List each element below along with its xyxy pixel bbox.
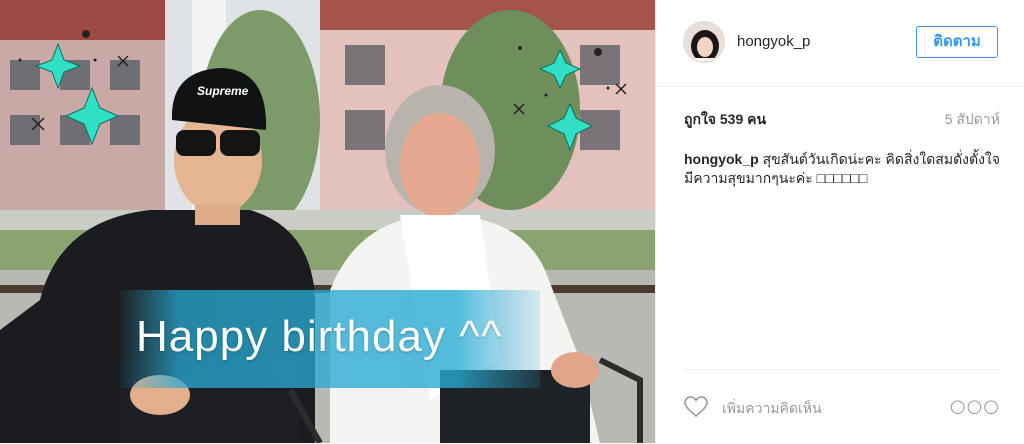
heart-icon[interactable] — [684, 396, 708, 418]
post-footer: เพิ่มความคิดเห็น ○○○ — [684, 369, 1000, 444]
follow-button[interactable]: ติดตาม — [916, 26, 998, 58]
avatar[interactable] — [683, 21, 725, 63]
post-timestamp[interactable]: 5 สัปดาห์ — [945, 109, 1000, 131]
likes-count[interactable]: ถูกใจ 539 คน — [684, 109, 766, 131]
add-comment-input[interactable]: เพิ่มความคิดเห็น — [722, 398, 822, 420]
post-header: hongyok_p ติดตาม — [656, 0, 1024, 87]
cap-logo-text: Supreme — [197, 84, 249, 98]
caption-username-link[interactable]: hongyok_p — [684, 151, 759, 167]
username-link[interactable]: hongyok_p — [737, 33, 810, 50]
birthday-overlay-text: Happy birthday ^^ — [136, 312, 503, 361]
post-photo[interactable]: Supreme Happy birthday ^^ — [0, 0, 655, 443]
post-caption: hongyok_p สุขสันต์วันเกิดน่ะคะ คิดสิ่งใด… — [684, 150, 1000, 188]
avatar-image — [684, 22, 724, 62]
more-options-icon[interactable]: ○○○ — [950, 396, 1000, 417]
